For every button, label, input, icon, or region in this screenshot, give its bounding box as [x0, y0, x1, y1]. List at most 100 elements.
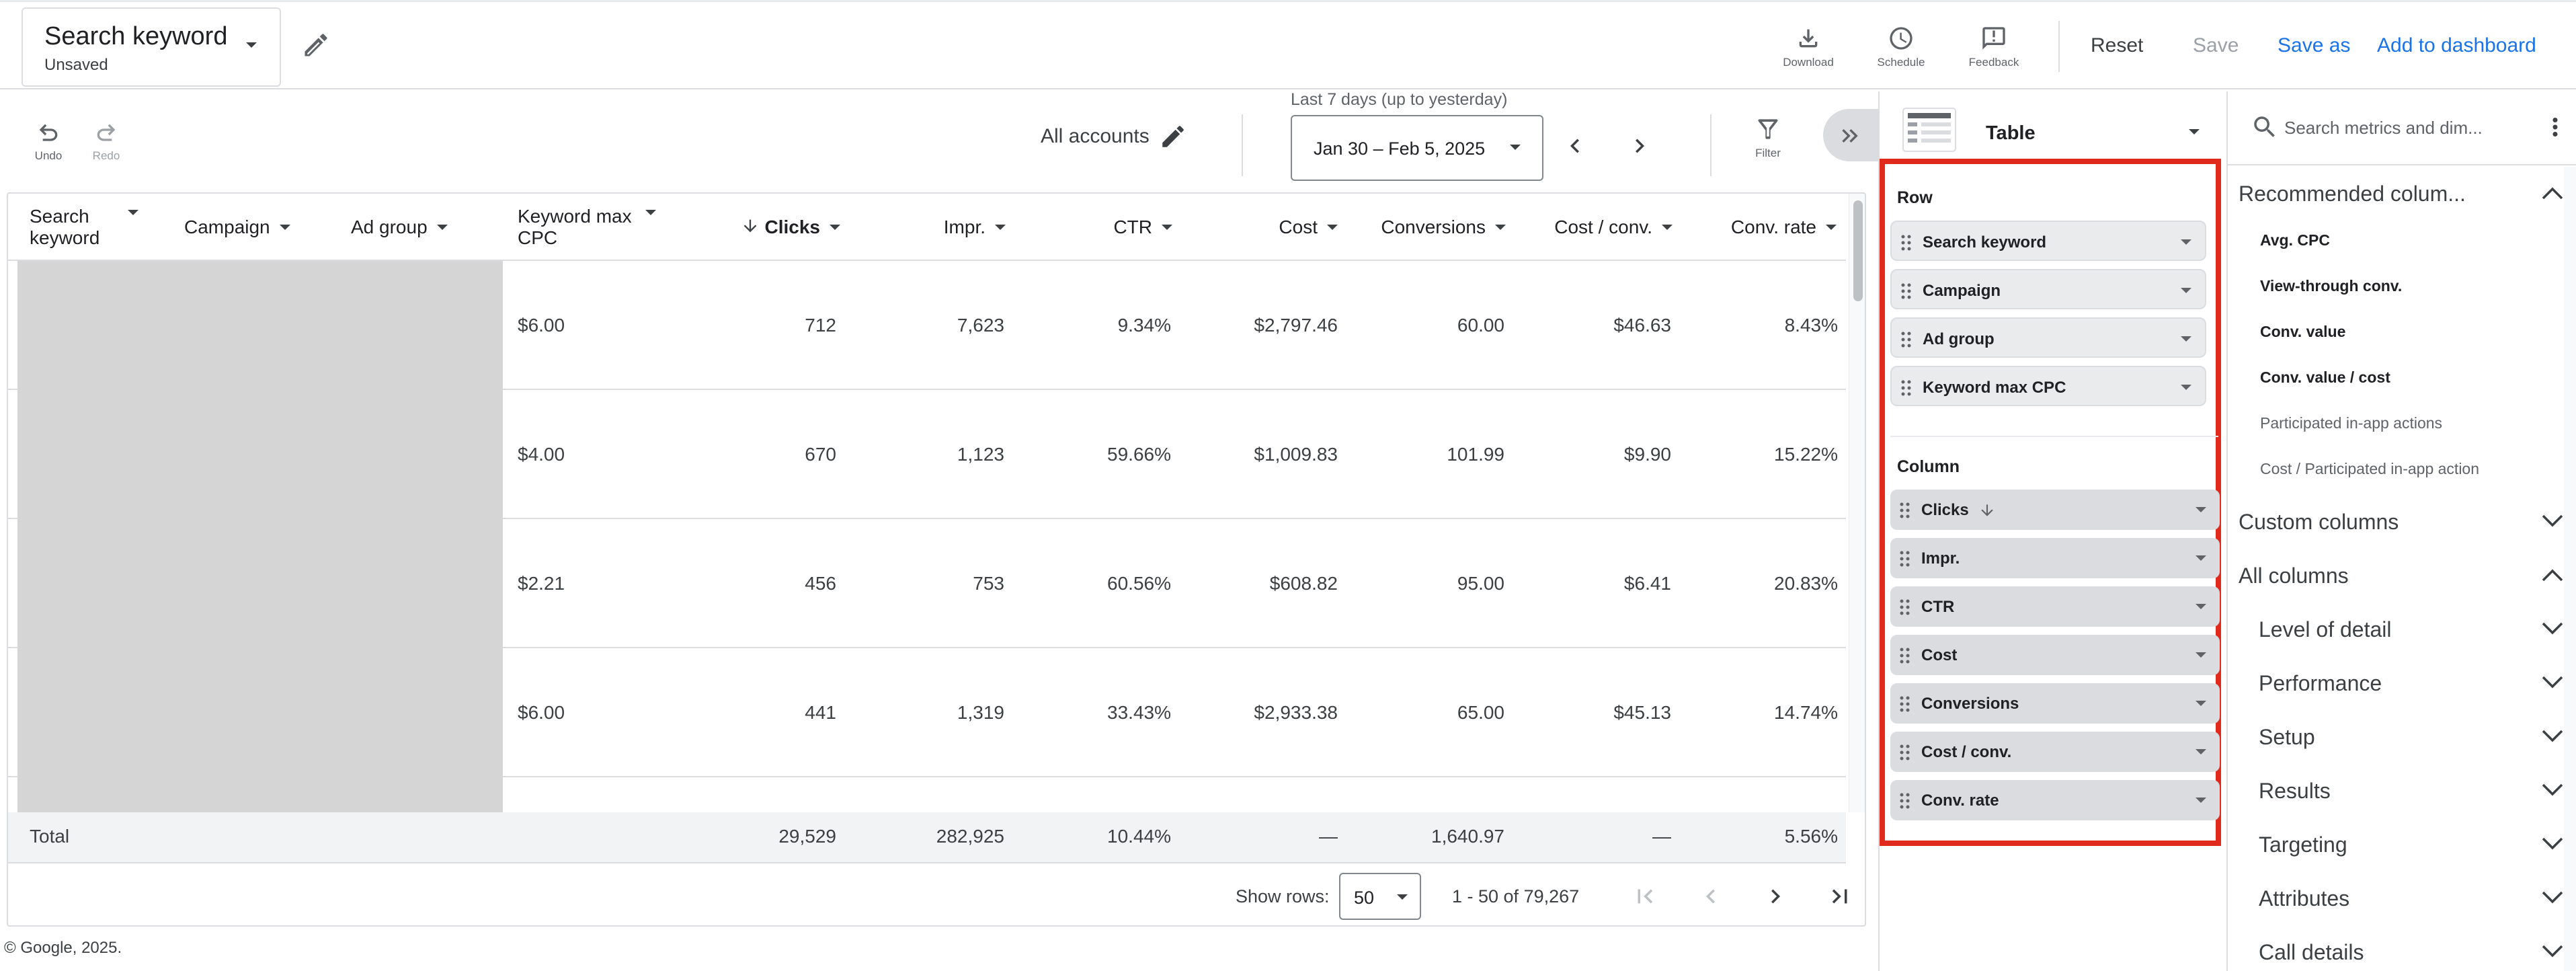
group-call-details[interactable]: Call details: [2259, 935, 2564, 968]
column-header-keyword-max-cpc[interactable]: Keyword max CPC: [518, 206, 657, 249]
layout-panel: Table Row Search keyword Campaign Ad gro…: [1878, 91, 2226, 971]
group-custom-columns[interactable]: Custom columns: [2239, 504, 2564, 538]
collapse-panel-button[interactable]: [1823, 109, 1878, 161]
column-chip-cost[interactable]: Cost: [1890, 635, 2220, 675]
recommended-column-item[interactable]: Avg. CPC: [2260, 231, 2330, 249]
group-targeting[interactable]: Targeting: [2259, 827, 2564, 861]
panel-scrollbar[interactable]: [2564, 167, 2576, 971]
drag-handle-icon: [1901, 332, 1911, 348]
chevron-down-icon: [2542, 514, 2563, 527]
visualization-label: Table: [1986, 122, 2036, 144]
column-chip-impr[interactable]: Impr.: [1890, 538, 2220, 578]
download-button[interactable]: Download: [1768, 25, 1849, 79]
column-header-conversions[interactable]: Conversions: [1353, 217, 1507, 238]
group-all-columns[interactable]: All columns: [2239, 558, 2564, 592]
row-chip-ad-group[interactable]: Ad group: [1890, 317, 2206, 358]
column-header-ctr[interactable]: CTR: [1043, 217, 1174, 238]
date-range-picker[interactable]: Jan 30 – Feb 5, 2025: [1291, 115, 1543, 181]
header-label: CPC: [518, 227, 558, 248]
filter-button[interactable]: Filter: [1741, 114, 1795, 160]
column-header-conv-rate[interactable]: Conv. rate: [1689, 217, 1838, 238]
scrollbar-thumb[interactable]: [1853, 200, 1863, 301]
group-attributes[interactable]: Attributes: [2259, 881, 2564, 915]
search-icon: [2251, 113, 2279, 141]
row-chip-campaign[interactable]: Campaign: [1890, 269, 2206, 309]
column-header-search-keyword[interactable]: Search keyword: [30, 206, 164, 249]
metrics-panel: Recommended colum... Avg. CPC View-throu…: [2226, 91, 2576, 971]
group-setup[interactable]: Setup: [2259, 720, 2564, 753]
caret-down-icon: [436, 225, 448, 230]
previous-period-button[interactable]: [1561, 132, 1589, 160]
recommended-column-item[interactable]: Conv. value / cost: [2260, 368, 2390, 387]
account-selector[interactable]: All accounts: [1041, 122, 1187, 151]
chevron-left-icon: [1570, 139, 1579, 153]
column-header-cost[interactable]: Cost: [1205, 217, 1339, 238]
drag-handle-icon: [1901, 380, 1911, 396]
header-label: Keyword max: [518, 206, 632, 227]
last-page-button[interactable]: [1826, 882, 1854, 910]
caret-down-icon: [995, 225, 1006, 230]
cell-conv-rate: 8.43%: [1784, 315, 1838, 336]
total-cost-per-conv: —: [1652, 826, 1671, 847]
column-header-ad-group[interactable]: Ad group: [351, 217, 449, 238]
chevron-down-icon: [2542, 730, 2563, 742]
total-label: Total: [30, 826, 70, 847]
group-results[interactable]: Results: [2259, 773, 2564, 807]
next-page-button[interactable]: [1761, 882, 1789, 910]
chip-label: Conv. rate: [1921, 791, 1999, 810]
group-recommended-columns[interactable]: Recommended colum...: [2239, 176, 2564, 210]
row-chip-keyword-max-cpc[interactable]: Keyword max CPC: [1890, 366, 2206, 406]
report-selector[interactable]: Search keyword Unsaved: [22, 7, 281, 87]
next-period-button[interactable]: [1625, 132, 1654, 160]
sort-arrow-down-icon: [743, 219, 756, 233]
column-chip-conv-rate[interactable]: Conv. rate: [1890, 780, 2220, 820]
redo-button[interactable]: Redo: [79, 120, 133, 163]
drag-handle-icon: [1900, 551, 1910, 567]
column-header-campaign[interactable]: Campaign: [184, 217, 292, 238]
edit-pencil-icon[interactable]: [301, 30, 331, 60]
column-header-clicks[interactable]: Clicks: [721, 217, 842, 238]
schedule-button[interactable]: Schedule: [1861, 25, 1941, 79]
column-chip-clicks[interactable]: Clicks: [1890, 490, 2220, 530]
first-page-button[interactable]: [1631, 882, 1659, 910]
save-as-button[interactable]: Save as: [2278, 34, 2350, 57]
row-chip-search-keyword[interactable]: Search keyword: [1890, 221, 2206, 261]
cell-impr: 753: [973, 573, 1004, 594]
save-button[interactable]: Save: [2193, 34, 2239, 57]
group-level-of-detail[interactable]: Level of detail: [2259, 612, 2564, 646]
column-chip-cost-per-conv[interactable]: Cost / conv.: [1890, 732, 2220, 772]
reset-button[interactable]: Reset: [2091, 34, 2143, 57]
group-performance[interactable]: Performance: [2259, 666, 2564, 699]
previous-page-button[interactable]: [1697, 882, 1725, 910]
metrics-search-input[interactable]: [2284, 114, 2506, 141]
caret-down-icon: [1662, 225, 1673, 230]
add-to-dashboard-button[interactable]: Add to dashboard: [2377, 34, 2536, 57]
undo-button[interactable]: Undo: [22, 120, 75, 163]
header-label: Campaign: [184, 217, 270, 237]
rows-per-page-select[interactable]: 50: [1339, 873, 1421, 920]
column-header-cost-per-conv[interactable]: Cost / conv.: [1514, 217, 1674, 238]
table-scrollbar[interactable]: [1849, 194, 1865, 812]
download-label: Download: [1783, 56, 1834, 69]
undo-label: Undo: [34, 149, 63, 162]
feedback-button[interactable]: Feedback: [1954, 25, 2034, 79]
caret-down-icon: [1397, 894, 1408, 900]
column-chip-conversions[interactable]: Conversions: [1890, 683, 2220, 724]
column-header-impr[interactable]: Impr.: [882, 217, 1007, 238]
cell-cost: $608.82: [1269, 573, 1338, 594]
chip-label: CTR: [1921, 598, 1955, 616]
divider: [1890, 436, 2218, 437]
visualization-select[interactable]: Table: [1902, 98, 2209, 165]
column-chip-ctr[interactable]: CTR: [1890, 586, 2220, 627]
cell-clicks: 441: [805, 702, 836, 723]
edit-pencil-icon: [1162, 126, 1184, 147]
more-vert-icon[interactable]: [2541, 113, 2569, 141]
top-bar: Search keyword Unsaved Download Schedule…: [0, 0, 2576, 89]
header-label: CTR: [1113, 217, 1152, 237]
caret-down-icon: [1162, 225, 1172, 230]
recommended-column-item[interactable]: Conv. value: [2260, 323, 2345, 341]
rows-per-page-value: 50: [1354, 888, 1375, 908]
recommended-column-item[interactable]: View-through conv.: [2260, 277, 2402, 295]
download-icon: [1799, 29, 1818, 48]
chip-label: Cost: [1921, 646, 1958, 664]
